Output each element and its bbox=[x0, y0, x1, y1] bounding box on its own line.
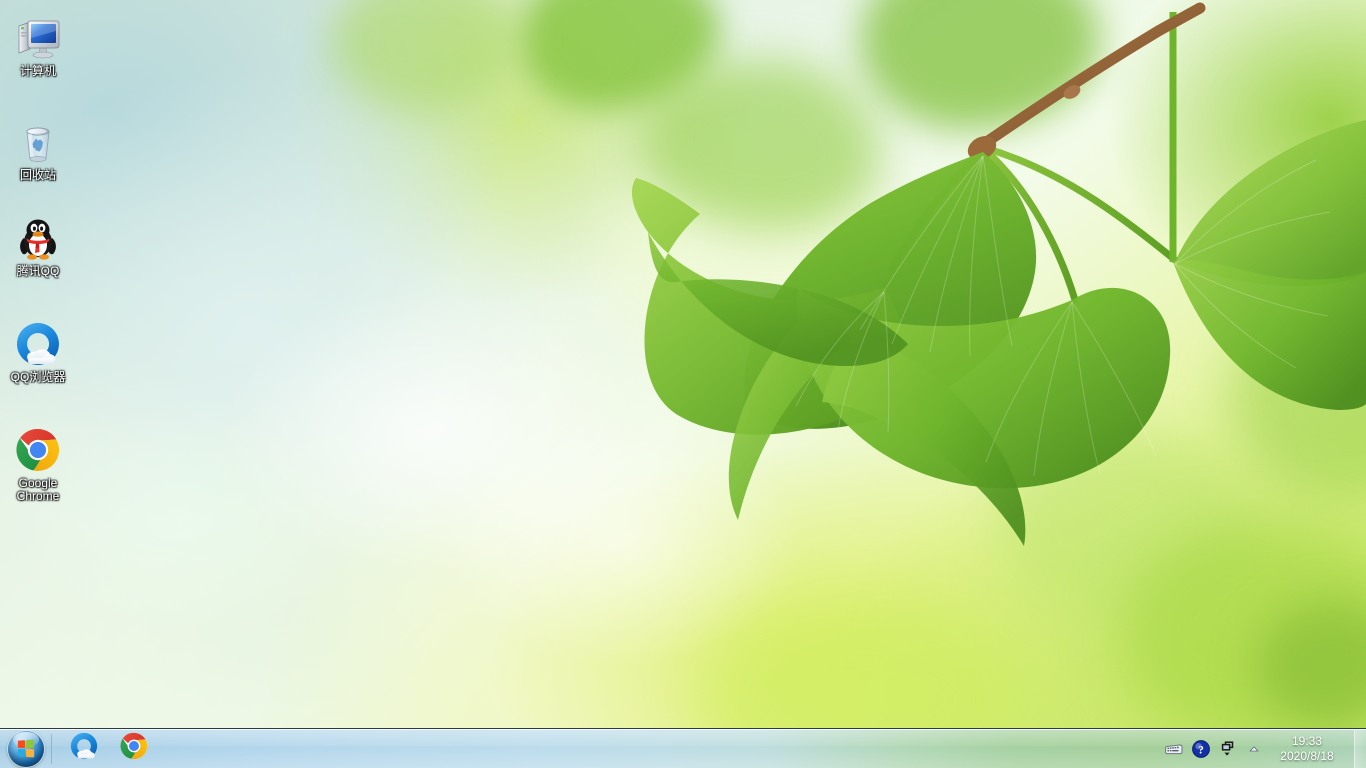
desktop-icon-qq-browser[interactable]: QQ浏览器 bbox=[0, 316, 76, 386]
show-desktop-button[interactable] bbox=[1354, 729, 1366, 768]
chrome-icon bbox=[119, 731, 149, 766]
desktop-icon-google-chrome[interactable]: Google Chrome bbox=[0, 422, 76, 505]
wallpaper-ginkgo-leaves bbox=[0, 0, 1366, 768]
recycle-bin-icon bbox=[14, 118, 62, 166]
computer-icon bbox=[14, 14, 62, 62]
desktop-icon-recycle-bin[interactable]: 回收站 bbox=[0, 114, 76, 184]
chrome-icon bbox=[14, 426, 62, 474]
desktop-icon-label: QQ浏览器 bbox=[10, 370, 66, 384]
desktop-icon-label: 腾讯QQ bbox=[16, 264, 60, 278]
ime-language-bar[interactable]: ? bbox=[1158, 733, 1244, 765]
clock-date: 2020/8/18 bbox=[1280, 748, 1334, 763]
clock[interactable]: 19:33 2020/8/18 bbox=[1264, 734, 1350, 764]
qq-penguin-icon bbox=[14, 214, 62, 262]
desktop-icon-label: 计算机 bbox=[19, 64, 56, 78]
desktop[interactable]: 计算机 回收站 腾讯QQ QQ浏览器 Google Chrome ? 19:33… bbox=[0, 0, 1366, 768]
taskbar-divider bbox=[51, 733, 52, 764]
qq-browser-icon bbox=[69, 731, 99, 766]
help-circle-icon[interactable]: ? bbox=[1191, 739, 1211, 759]
qq-browser-icon bbox=[14, 320, 62, 368]
desktop-icon-tencent-qq[interactable]: 腾讯QQ bbox=[0, 210, 76, 280]
show-hidden-icons-button[interactable] bbox=[1244, 734, 1264, 764]
system-tray: ? 19:33 2020/8/18 bbox=[1158, 729, 1366, 768]
keyboard-icon[interactable] bbox=[1164, 739, 1184, 759]
windows-logo-icon bbox=[8, 730, 44, 767]
restore-window-icon[interactable] bbox=[1218, 739, 1238, 759]
chevron-up-icon bbox=[1249, 745, 1259, 751]
taskbar[interactable]: ? 19:33 2020/8/18 bbox=[0, 728, 1366, 768]
desktop-icon-computer[interactable]: 计算机 bbox=[0, 10, 76, 80]
clock-time: 19:33 bbox=[1291, 733, 1323, 748]
desktop-icon-label: Google Chrome bbox=[16, 476, 60, 503]
desktop-icon-label: 回收站 bbox=[19, 168, 56, 182]
svg-text:?: ? bbox=[1198, 744, 1204, 756]
taskbar-item-chrome[interactable] bbox=[111, 732, 157, 766]
start-button[interactable] bbox=[4, 730, 48, 767]
taskbar-pinned-items bbox=[61, 732, 157, 766]
taskbar-item-qq-browser[interactable] bbox=[61, 732, 107, 766]
